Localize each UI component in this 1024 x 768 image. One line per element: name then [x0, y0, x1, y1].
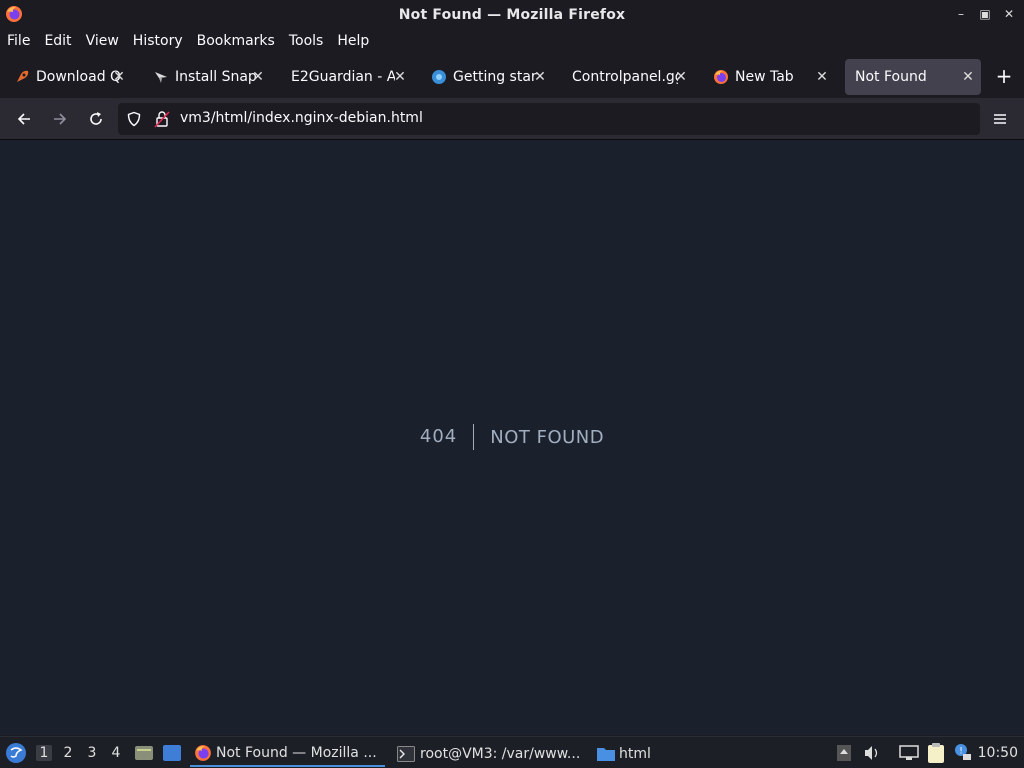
reload-button[interactable]: [84, 107, 108, 131]
svg-text:!: !: [959, 747, 963, 757]
tab-label: Install Snap: [175, 69, 257, 85]
insecure-lock-icon[interactable]: [154, 110, 170, 128]
reload-icon: [90, 112, 102, 125]
firefox-icon: [195, 744, 211, 761]
firefox-icon: [6, 6, 22, 22]
file-manager-launcher-icon[interactable]: [134, 743, 154, 763]
close-tab-icon[interactable]: ✕: [674, 69, 688, 85]
menu-tools[interactable]: Tools: [289, 33, 324, 49]
tab-label: New Tab: [735, 69, 794, 85]
folder-icon: [597, 747, 615, 761]
workspace-1[interactable]: 1: [36, 745, 52, 761]
close-tab-icon[interactable]: ✕: [251, 69, 265, 85]
menu-view[interactable]: View: [86, 33, 119, 49]
arrow-left-icon: [17, 113, 30, 125]
close-tab-icon[interactable]: ✕: [533, 69, 547, 85]
clipboard-icon[interactable]: [927, 742, 945, 764]
volume-icon[interactable]: [863, 744, 881, 762]
task-label: root@VM3: /var/www...: [420, 745, 581, 762]
menu-file[interactable]: File: [7, 33, 30, 49]
close-tab-icon[interactable]: ✕: [961, 69, 975, 85]
window-titlebar: Not Found — Mozilla Firefox – ▣ ✕: [0, 0, 1024, 29]
globe-icon: [432, 70, 446, 84]
notification-icon[interactable]: !: [953, 742, 973, 762]
shield-icon[interactable]: [126, 111, 142, 127]
close-tab-icon[interactable]: ✕: [112, 69, 126, 85]
task-label: Not Found — Mozilla ...: [216, 744, 377, 761]
workspace-3[interactable]: 3: [84, 745, 100, 761]
tab-label: E2Guardian - A: [291, 69, 395, 85]
page-content: 404 NOT FOUND: [0, 140, 1024, 735]
tray-arrow-icon[interactable]: [836, 744, 852, 762]
tab-download[interactable]: Download Q ✕: [4, 59, 132, 95]
url-text[interactable]: vm3/html/index.nginx-debian.html: [180, 110, 423, 126]
tab-label: Controlpanel.gg: [572, 69, 678, 85]
menu-history[interactable]: History: [133, 33, 183, 49]
tab-label: Not Found: [855, 69, 927, 85]
tab-controlpanel[interactable]: Controlpanel.gg ✕: [562, 59, 694, 95]
task-label: html: [619, 745, 651, 762]
error-code: 404: [420, 424, 475, 450]
minimize-button[interactable]: –: [952, 6, 970, 22]
tab-strip: Download Q ✕ Install Snap ✕ E2Guardian -…: [0, 56, 1024, 98]
snap-icon: [155, 72, 167, 83]
taskbar-task-firefox[interactable]: Not Found — Mozilla ...: [190, 740, 385, 767]
tab-new-tab[interactable]: New Tab ✕: [703, 59, 835, 95]
arrow-right-icon: [54, 113, 67, 125]
firefox-icon: [714, 70, 728, 84]
back-button[interactable]: [12, 107, 36, 131]
tab-install-snap[interactable]: Install Snap ✕: [143, 59, 271, 95]
rocket-icon: [17, 70, 29, 82]
terminal-icon: [397, 745, 415, 762]
clock: 10:50: [977, 745, 1018, 761]
tab-e2guardian[interactable]: E2Guardian - A ✕: [281, 59, 413, 95]
system-taskbar: 1 2 3 4 Not Found — Mozilla ... root@VM3…: [0, 736, 1024, 768]
tab-getting-started[interactable]: Getting start ✕: [421, 59, 553, 95]
workspace-4[interactable]: 4: [108, 745, 124, 761]
hamburger-menu-icon: [994, 114, 1006, 124]
error-message: 404 NOT FOUND: [0, 424, 1024, 450]
taskbar-task-terminal[interactable]: root@VM3: /var/www...: [393, 740, 588, 767]
tab-label: Getting start: [453, 69, 537, 85]
start-menu-icon[interactable]: [5, 742, 27, 764]
menu-bookmarks[interactable]: Bookmarks: [197, 33, 275, 49]
menubar: File Edit View History Bookmarks Tools H…: [0, 29, 1024, 53]
show-desktop-icon[interactable]: [162, 744, 182, 762]
app-menu-button[interactable]: [988, 107, 1012, 131]
taskbar-task-files[interactable]: html: [592, 740, 712, 767]
close-tab-icon[interactable]: ✕: [815, 69, 829, 85]
workspace-2[interactable]: 2: [60, 745, 76, 761]
menu-edit[interactable]: Edit: [44, 33, 71, 49]
new-tab-button[interactable]: +: [994, 66, 1014, 86]
close-tab-icon[interactable]: ✕: [393, 69, 407, 85]
menu-help[interactable]: Help: [337, 33, 369, 49]
maximize-button[interactable]: ▣: [976, 6, 994, 22]
error-text: NOT FOUND: [490, 426, 605, 448]
close-window-button[interactable]: ✕: [1000, 6, 1018, 22]
window-title: Not Found — Mozilla Firefox: [398, 6, 626, 23]
tab-not-found[interactable]: Not Found ✕: [845, 59, 981, 95]
tab-label: Download Q: [36, 69, 120, 85]
forward-button[interactable]: [48, 107, 72, 131]
network-icon[interactable]: [899, 744, 919, 762]
